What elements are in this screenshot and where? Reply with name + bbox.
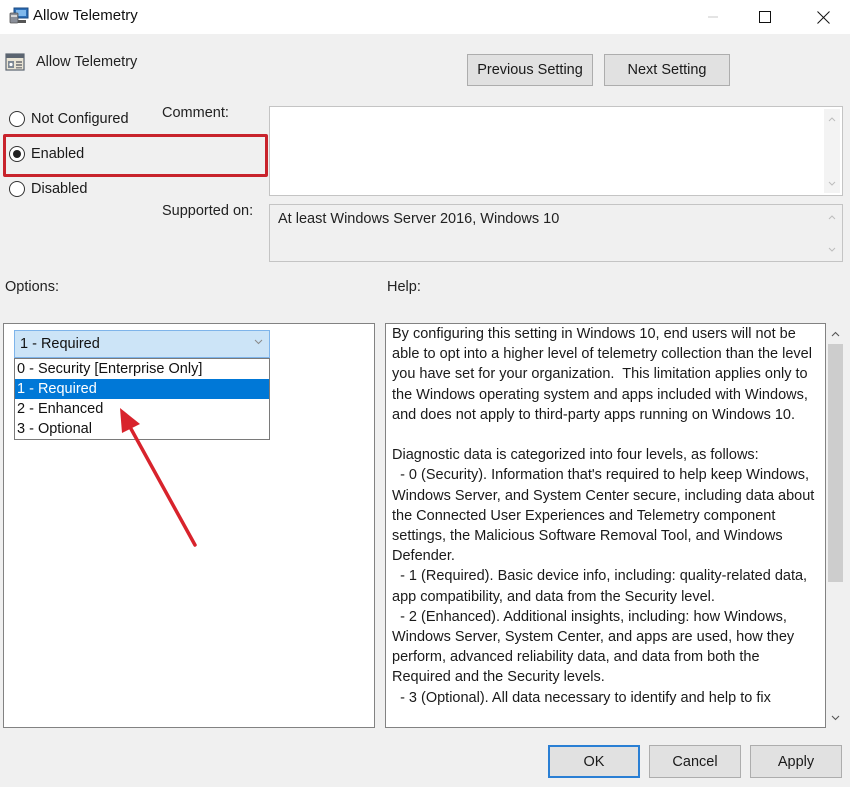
close-icon: [816, 10, 830, 24]
dropdown-selected-value: 1 - Required: [20, 336, 100, 352]
scrollbar-thumb[interactable]: [828, 344, 843, 582]
comment-label: Comment:: [162, 105, 229, 121]
radio-checked-dot: [13, 150, 21, 158]
cancel-button[interactable]: Cancel: [649, 745, 741, 778]
options-label: Options:: [5, 279, 59, 295]
supported-on-value: At least Windows Server 2016, Windows 10: [278, 211, 560, 227]
chevron-down-icon: [254, 339, 263, 345]
supported-on-label: Supported on:: [162, 203, 254, 219]
supported-on-field: At least Windows Server 2016, Windows 10: [269, 204, 843, 262]
scroll-down-icon[interactable]: [827, 709, 844, 726]
title-bar: Allow Telemetry: [0, 0, 850, 34]
radio-label: Not Configured: [31, 111, 129, 127]
group-policy-app-icon: [9, 7, 29, 24]
dropdown-option-security[interactable]: 0 - Security [Enterprise Only]: [15, 359, 269, 379]
help-text-panel: By configuring this setting in Windows 1…: [385, 323, 826, 728]
window-title: Allow Telemetry: [33, 7, 138, 24]
policy-setting-icon: [5, 53, 25, 71]
setting-name: Allow Telemetry: [36, 54, 138, 70]
scroll-up-icon[interactable]: [824, 209, 840, 225]
radio-button[interactable]: [9, 146, 25, 162]
help-label: Help:: [387, 279, 421, 295]
radio-disabled[interactable]: Disabled: [9, 181, 87, 197]
minimize-icon: [708, 16, 718, 18]
apply-button[interactable]: Apply: [750, 745, 842, 778]
dropdown-option-required[interactable]: 1 - Required: [15, 379, 269, 399]
supported-scrollbar[interactable]: [824, 207, 840, 259]
scroll-down-icon[interactable]: [824, 241, 840, 257]
comment-textarea[interactable]: [269, 106, 843, 196]
dropdown-list: 0 - Security [Enterprise Only] 1 - Requi…: [14, 358, 270, 440]
help-scrollbar[interactable]: [827, 323, 844, 728]
scroll-up-icon[interactable]: [824, 111, 840, 127]
setting-header: Allow Telemetry: [5, 50, 137, 74]
dropdown-option-enhanced[interactable]: 2 - Enhanced: [15, 399, 269, 419]
minimize-button[interactable]: [690, 0, 736, 34]
radio-label: Disabled: [31, 181, 88, 197]
maximize-button[interactable]: [742, 0, 788, 34]
scroll-up-icon[interactable]: [827, 325, 844, 342]
scroll-down-icon[interactable]: [824, 175, 840, 191]
close-button[interactable]: [800, 0, 846, 34]
radio-button[interactable]: [9, 181, 25, 197]
telemetry-level-dropdown[interactable]: 1 - Required: [14, 330, 270, 358]
help-text: By configuring this setting in Windows 1…: [392, 326, 815, 706]
ok-button[interactable]: OK: [548, 745, 640, 778]
radio-label: Enabled: [31, 146, 85, 162]
radio-enabled[interactable]: Enabled: [9, 146, 84, 162]
previous-setting-button[interactable]: Previous Setting: [467, 54, 593, 86]
maximize-icon: [759, 11, 771, 23]
radio-button[interactable]: [9, 111, 25, 127]
comment-scrollbar[interactable]: [824, 109, 840, 193]
dropdown-option-optional[interactable]: 3 - Optional: [15, 419, 269, 439]
radio-not-configured[interactable]: Not Configured: [9, 111, 129, 127]
next-setting-button[interactable]: Next Setting: [604, 54, 730, 86]
